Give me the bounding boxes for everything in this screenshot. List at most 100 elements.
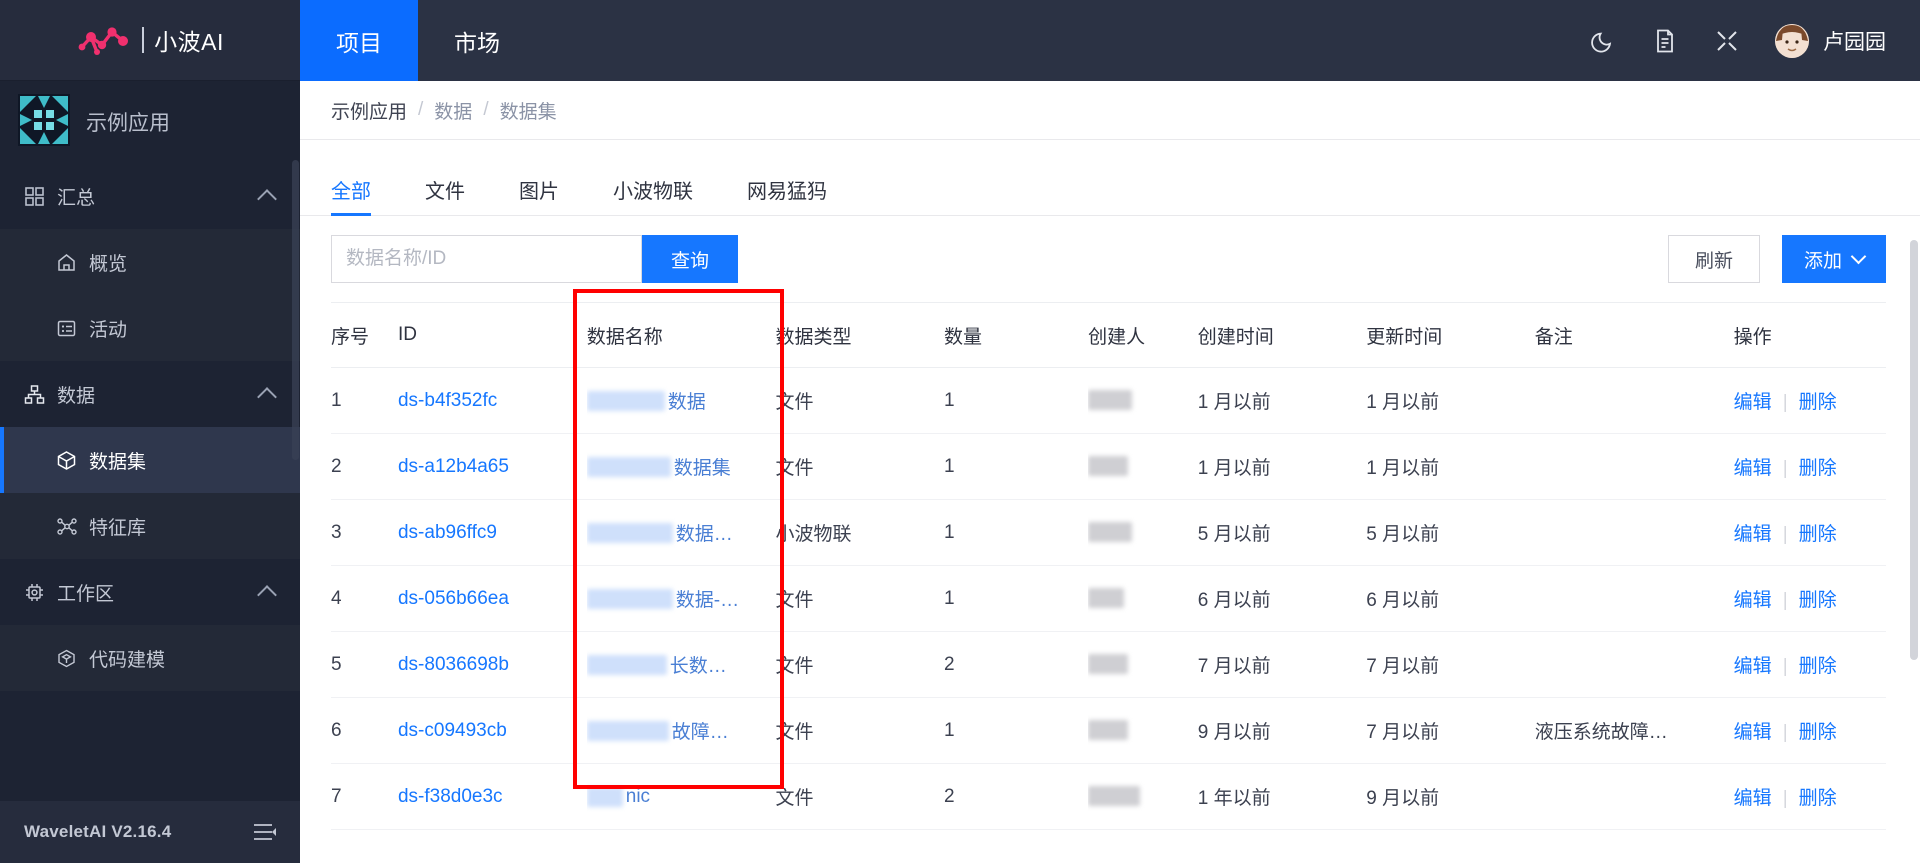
scrollbar-thumb[interactable] bbox=[1910, 240, 1918, 660]
cell-created: 1 月以前 bbox=[1197, 433, 1367, 500]
document-icon[interactable] bbox=[1651, 27, 1679, 55]
cell-id[interactable]: ds-056b66ea bbox=[397, 565, 587, 632]
breadcrumb-item-app[interactable]: 示例应用 bbox=[331, 97, 407, 124]
redacted-text bbox=[586, 654, 667, 675]
sidebar-item-feature-store[interactable]: 特征库 bbox=[0, 493, 300, 559]
dataset-name-visible-text: 长数… bbox=[669, 656, 727, 677]
dataset-id-link[interactable]: ds-056b66ea bbox=[398, 588, 509, 609]
edit-link[interactable]: 编辑 bbox=[1734, 458, 1772, 479]
edit-link[interactable]: 编辑 bbox=[1734, 392, 1772, 413]
moon-icon[interactable] bbox=[1589, 27, 1617, 55]
sidebar-item-code-modeling[interactable]: 代码建模 bbox=[0, 625, 300, 691]
tab-image[interactable]: 图片 bbox=[519, 140, 559, 215]
redacted-text bbox=[586, 390, 665, 411]
dataset-id-link[interactable]: ds-c09493cb bbox=[398, 720, 507, 741]
delete-link[interactable]: 删除 bbox=[1799, 788, 1837, 809]
dataset-id-link[interactable]: ds-a12b4a65 bbox=[398, 456, 509, 477]
edit-link[interactable]: 编辑 bbox=[1734, 524, 1772, 545]
search-button[interactable]: 查询 bbox=[642, 235, 739, 283]
sitemap-icon bbox=[24, 384, 45, 405]
cell-name[interactable]: 长数… bbox=[586, 631, 776, 698]
cell-id[interactable]: ds-a12b4a65 bbox=[397, 433, 587, 500]
refresh-button[interactable]: 刷新 bbox=[1667, 235, 1760, 283]
project-switcher[interactable]: 示例应用 bbox=[0, 81, 300, 163]
delete-link[interactable]: 删除 bbox=[1799, 524, 1837, 545]
tab-mammut[interactable]: 网易猛犸 bbox=[747, 140, 827, 215]
dataset-id-link[interactable]: ds-8036698b bbox=[398, 654, 509, 675]
breadcrumb-item-data[interactable]: 数据 bbox=[434, 97, 472, 124]
cell-count: 1 bbox=[944, 367, 1089, 434]
collapse-menu-icon[interactable] bbox=[252, 821, 278, 843]
cell-id[interactable]: ds-b4f352fc bbox=[397, 367, 587, 434]
sidebar-group-summary[interactable]: 汇总 bbox=[0, 163, 300, 229]
table-row: 4 ds-056b66ea 数据-… 文件 1 6 月以前 6 月以前 编辑 | 删除 bbox=[331, 565, 1886, 632]
cell-name[interactable]: 故障… bbox=[586, 697, 776, 764]
edit-link[interactable]: 编辑 bbox=[1734, 590, 1772, 611]
cell-type: 文件 bbox=[775, 565, 945, 632]
cell-name[interactable]: nic bbox=[586, 763, 776, 830]
delete-link[interactable]: 删除 bbox=[1799, 458, 1837, 479]
dataset-name-visible-text: 数据… bbox=[675, 524, 733, 545]
tab-iot[interactable]: 小波物联 bbox=[613, 140, 693, 215]
filter-tabs: 全部 文件 图片 小波物联 网易猛犸 bbox=[300, 140, 1920, 216]
add-button[interactable]: 添加 bbox=[1781, 235, 1886, 283]
sidebar-item-activity[interactable]: 活动 bbox=[0, 295, 300, 361]
cell-note bbox=[1534, 565, 1734, 632]
operation-divider: | bbox=[1782, 392, 1788, 413]
cell-name[interactable]: 数据 bbox=[586, 367, 776, 434]
sidebar-item-datasets[interactable]: 数据集 bbox=[0, 427, 300, 493]
tab-file[interactable]: 文件 bbox=[425, 140, 465, 215]
sidebar-item-label: 代码建模 bbox=[89, 649, 166, 671]
sidebar-item-overview[interactable]: 概览 bbox=[0, 229, 300, 295]
edit-link[interactable]: 编辑 bbox=[1734, 722, 1772, 743]
col-created: 创建时间 bbox=[1197, 302, 1367, 368]
topbar: 项目 市场 卢园园 bbox=[300, 0, 1920, 81]
topbar-actions: 卢园园 bbox=[1589, 0, 1920, 81]
sidebar-scrollbar[interactable] bbox=[292, 160, 299, 460]
cell-name[interactable]: 数据集 bbox=[586, 433, 776, 500]
delete-link[interactable]: 删除 bbox=[1799, 722, 1837, 743]
cell-id[interactable]: ds-f38d0e3c bbox=[397, 763, 587, 830]
breadcrumb-item-datasets[interactable]: 数据集 bbox=[500, 97, 557, 124]
chevron-up-icon[interactable] bbox=[257, 386, 277, 407]
redacted-text bbox=[586, 720, 669, 741]
brand-header[interactable]: 小波AI bbox=[0, 0, 300, 81]
cell-index: 4 bbox=[331, 565, 398, 632]
search-input[interactable] bbox=[331, 235, 642, 283]
cell-id[interactable]: ds-c09493cb bbox=[397, 697, 587, 764]
fullscreen-icon[interactable] bbox=[1713, 27, 1741, 55]
delete-link[interactable]: 删除 bbox=[1799, 656, 1837, 677]
delete-link[interactable]: 删除 bbox=[1799, 590, 1837, 611]
sidebar-nav: 汇总 概览 活动 数据 数据集 特征库 工作区 代码建模 bbox=[0, 163, 300, 801]
dataset-id-link[interactable]: ds-ab96ffc9 bbox=[398, 522, 497, 543]
cell-name[interactable]: 数据… bbox=[586, 499, 776, 566]
cell-count: 1 bbox=[944, 565, 1089, 632]
user-avatar bbox=[1775, 23, 1809, 58]
cell-id[interactable]: ds-ab96ffc9 bbox=[397, 499, 587, 566]
operation-divider: | bbox=[1782, 788, 1788, 809]
top-tab-market[interactable]: 市场 bbox=[418, 0, 536, 81]
content-scrollbar[interactable] bbox=[1910, 240, 1918, 860]
sidebar-group-workspace[interactable]: 工作区 bbox=[0, 559, 300, 625]
cell-id[interactable]: ds-8036698b bbox=[397, 631, 587, 698]
sidebar-group-label: 工作区 bbox=[57, 583, 115, 605]
edit-link[interactable]: 编辑 bbox=[1734, 788, 1772, 809]
col-note: 备注 bbox=[1534, 302, 1734, 368]
redacted-text bbox=[586, 786, 623, 807]
grid-icon bbox=[24, 186, 45, 207]
user-menu[interactable]: 卢园园 bbox=[1775, 23, 1886, 58]
table-head: 序号 ID 数据名称 数据类型 数量 创建人 创建时间 更新时间 备注 操作 bbox=[331, 302, 1886, 368]
edit-link[interactable]: 编辑 bbox=[1734, 656, 1772, 677]
chevron-up-icon[interactable] bbox=[257, 584, 277, 605]
cell-name[interactable]: 数据-… bbox=[586, 565, 776, 632]
dataset-id-link[interactable]: ds-b4f352fc bbox=[398, 390, 497, 411]
sidebar-group-data[interactable]: 数据 bbox=[0, 361, 300, 427]
delete-link[interactable]: 删除 bbox=[1799, 392, 1837, 413]
chevron-up-icon[interactable] bbox=[257, 188, 277, 209]
tab-all[interactable]: 全部 bbox=[331, 140, 371, 216]
brand-divider bbox=[142, 27, 145, 53]
col-type: 数据类型 bbox=[775, 302, 945, 368]
sidebar: 小波AI 示例应用 汇总 概览 活动 数据 数据集 特征库 工作区 代码建模 W… bbox=[0, 0, 300, 863]
top-tab-projects[interactable]: 项目 bbox=[300, 0, 418, 81]
dataset-id-link[interactable]: ds-f38d0e3c bbox=[398, 786, 503, 807]
